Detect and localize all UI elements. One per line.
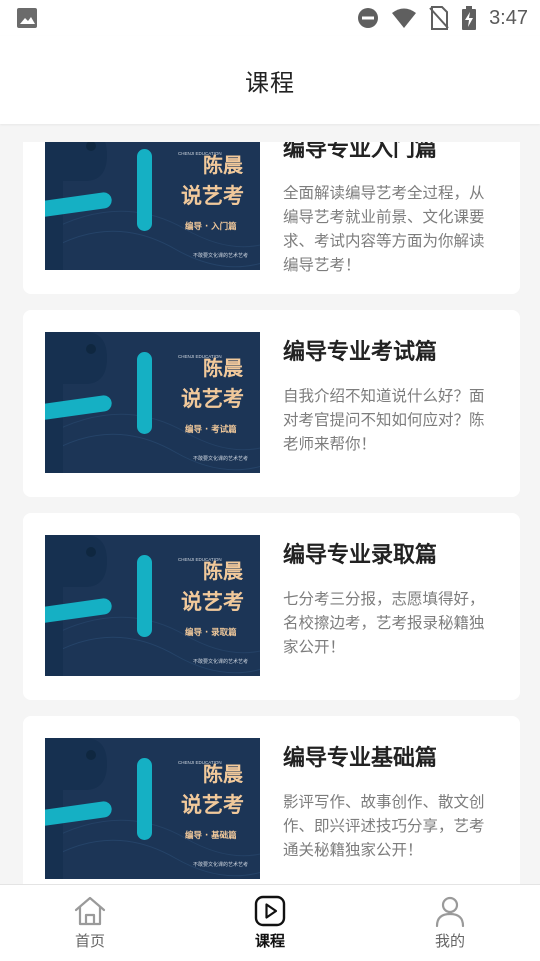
do-not-disturb-icon [358,8,379,28]
course-thumbnail: CHENJI EDUCATION陈晨说艺考编导 · 考试篇不敢要文化课的艺术艺考 [45,332,260,473]
course-title: 编导专业考试篇 [283,340,438,365]
thumb-headline: 说艺考 [181,590,244,614]
thumb-headline: 说艺考 [181,387,244,411]
thumb-accent-bar [137,352,152,434]
thumb-name: 陈晨 [203,559,244,583]
thumb-accent-bar [137,758,152,840]
thumb-accent-bar [137,555,152,637]
home-icon [74,896,106,926]
course-thumbnail: CHENJI EDUCATION陈晨说艺考编导 · 基础篇不敢要文化课的艺术艺考 [45,738,260,879]
course-card[interactable]: CHENJI EDUCATION 陈晨 说艺考 编导 · 入门篇 不敢要文化课的艺术艺考… [23,142,520,294]
status-icons: 3:47 [357,6,528,30]
thumb-subtitle: 编导 · 考试篇 [185,424,237,435]
thumb-dot [86,547,96,557]
thumb-name: 陈晨 [203,762,244,786]
course-description: 全面解读编导艺考全过程，从编导艺考就业前景、文化课要求、考试内容等方面为你解读编… [283,184,485,274]
app-header: 课程 [0,36,540,124]
person-icon [435,896,465,927]
course-thumbnail: CHENJI EDUCATION陈晨说艺考编导 · 入门篇不敢要文化课的艺术艺考 [45,142,260,270]
thumb-name: 陈晨 [203,153,244,177]
thumb-accent-bar [137,149,152,231]
course-thumbnail: CHENJI EDUCATION陈晨说艺考编导 · 录取篇不敢要文化课的艺术艺考 [45,535,260,676]
thumb-tagline: 不敢要文化课的艺术艺考 [193,861,248,868]
thumb-dot [86,344,96,354]
course-title: 编导专业入门篇 [283,142,438,162]
course-card[interactable]: CHENJI EDUCATION 陈晨 说艺考 编导 · 录取篇 不敢要文化课的艺术艺考… [23,513,520,700]
thumb-headline: 说艺考 [181,793,244,817]
thumb-subtitle: 编导 · 基础篇 [185,830,237,841]
course-description: 七分考三分报，志愿填得好，名校擦边考，艺考报录秘籍独家公开！ [283,590,485,656]
play-square-icon [254,895,286,927]
status-bar: 3:47 [0,0,540,36]
bottom-nav: 首页 课程 我的 [0,884,540,961]
thumb-tagline: 不敢要文化课的艺术艺考 [193,658,248,665]
thumb-name: 陈晨 [203,356,244,380]
thumb-headline: 说艺考 [181,184,244,208]
wifi-icon [392,8,417,28]
nav-courses[interactable]: 课程 [180,885,360,961]
thumb-subtitle: 编导 · 录取篇 [185,627,237,638]
thumb-tagline: 不敢要文化课的艺术艺考 [193,252,248,259]
thumb-dot [86,750,96,760]
nav-home[interactable]: 首页 [0,885,180,961]
page-title: 课程 [245,68,295,97]
thumb-tagline: 不敢要文化课的艺术艺考 [193,455,248,462]
nav-mine[interactable]: 我的 [360,885,540,961]
nav-label-home: 首页 [74,932,105,950]
battery-charging-icon [462,6,477,30]
course-list[interactable]: CHENJI EDUCATION 陈晨 说艺考 编导 · 入门篇 不敢要文化课的艺术艺考… [0,142,540,884]
nav-label-courses: 课程 [254,932,285,950]
course-title: 编导专业基础篇 [283,746,438,771]
course-card[interactable]: CHENJI EDUCATION 陈晨 说艺考 编导 · 基础篇 不敢要文化课的艺术艺考… [23,716,520,884]
course-card[interactable]: CHENJI EDUCATION 陈晨 说艺考 编导 · 考试篇 不敢要文化课的艺术艺考… [23,310,520,497]
nav-label-mine: 我的 [434,932,465,950]
course-description: 自我介绍不知道说什么好？面对考官提问不知如何应对？陈老师来帮你！ [283,387,485,453]
image-icon [17,8,37,28]
thumb-subtitle: 编导 · 入门篇 [185,221,237,232]
course-title: 编导专业录取篇 [283,543,438,568]
no-sim-icon [429,6,449,30]
status-time: 3:47 [489,6,528,29]
course-description: 影评写作、故事创作、散文创作、即兴评述技巧分享，艺考通关秘籍独家公开！ [283,793,485,859]
